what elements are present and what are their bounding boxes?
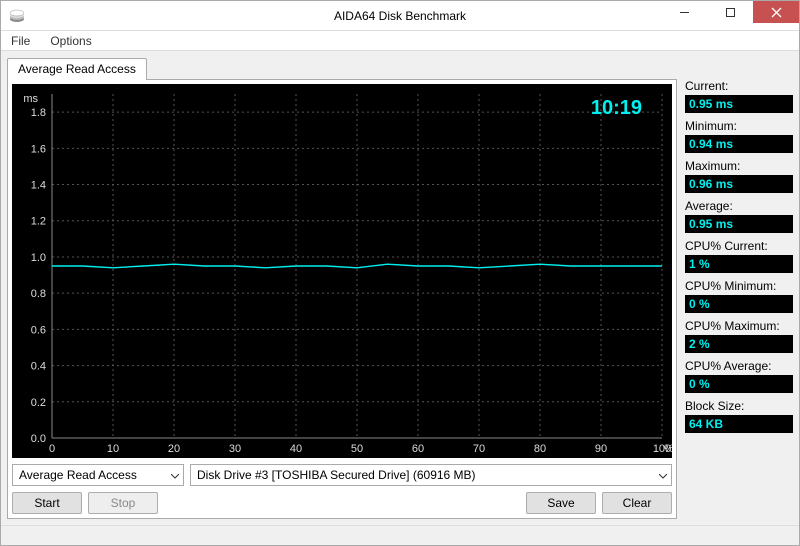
- stat-average-label: Average:: [685, 199, 793, 213]
- client-area: Average Read Access 0.0 0.2 0.4 0.6 0.8 1.0 1.…: [1, 51, 799, 525]
- chevron-down-icon: [659, 468, 667, 482]
- svg-text:1.4: 1.4: [31, 180, 46, 192]
- svg-text:40: 40: [290, 443, 302, 455]
- stat-cpu-current-label: CPU% Current:: [685, 239, 793, 253]
- titlebar: AIDA64 Disk Benchmark: [1, 1, 799, 31]
- menu-file[interactable]: File: [7, 32, 34, 50]
- svg-text:10:19: 10:19: [591, 97, 642, 119]
- maximize-button[interactable]: [707, 1, 753, 23]
- start-button[interactable]: Start: [12, 492, 82, 514]
- tab-average-read-access[interactable]: Average Read Access: [7, 58, 147, 80]
- menubar: File Options: [1, 31, 799, 51]
- svg-text:90: 90: [595, 443, 607, 455]
- svg-text:0.6: 0.6: [31, 324, 46, 336]
- svg-text:%: %: [664, 443, 672, 455]
- stat-average-value: 0.95 ms: [685, 215, 793, 233]
- svg-text:0.0: 0.0: [31, 433, 46, 445]
- stat-cpu-average-label: CPU% Average:: [685, 359, 793, 373]
- stat-cpu-maximum-value: 2 %: [685, 335, 793, 353]
- minimize-button[interactable]: [661, 1, 707, 23]
- menu-options[interactable]: Options: [46, 32, 95, 50]
- stat-block-size-label: Block Size:: [685, 399, 793, 413]
- stat-current-label: Current:: [685, 79, 793, 93]
- close-button[interactable]: [753, 1, 799, 23]
- svg-text:0.8: 0.8: [31, 288, 46, 300]
- svg-text:30: 30: [229, 443, 241, 455]
- svg-text:50: 50: [351, 443, 363, 455]
- svg-text:1.0: 1.0: [31, 252, 46, 264]
- chevron-down-icon: [171, 468, 179, 482]
- svg-text:0.2: 0.2: [31, 397, 46, 409]
- stat-maximum-value: 0.96 ms: [685, 175, 793, 193]
- svg-text:60: 60: [412, 443, 424, 455]
- test-type-value: Average Read Access: [19, 468, 137, 482]
- svg-text:70: 70: [473, 443, 485, 455]
- stat-minimum-label: Minimum:: [685, 119, 793, 133]
- chart-area: 0.0 0.2 0.4 0.6 0.8 1.0 1.2 1.4 1.6 1.8 0 10 20 30 40 5…: [12, 84, 672, 458]
- stop-button[interactable]: Stop: [88, 492, 158, 514]
- stat-cpu-maximum-label: CPU% Maximum:: [685, 319, 793, 333]
- save-button[interactable]: Save: [526, 492, 596, 514]
- svg-text:20: 20: [168, 443, 180, 455]
- stat-cpu-average-value: 0 %: [685, 375, 793, 393]
- stat-current-value: 0.95 ms: [685, 95, 793, 113]
- drive-value: Disk Drive #3 [TOSHIBA Secured Drive] (6…: [197, 468, 476, 482]
- svg-text:10: 10: [107, 443, 119, 455]
- stats-panel: Current: 0.95 ms Minimum: 0.94 ms Maximu…: [685, 57, 793, 519]
- svg-text:1.2: 1.2: [31, 216, 46, 228]
- svg-text:ms: ms: [23, 93, 38, 105]
- stat-minimum-value: 0.94 ms: [685, 135, 793, 153]
- clear-button[interactable]: Clear: [602, 492, 672, 514]
- svg-text:80: 80: [534, 443, 546, 455]
- stat-cpu-minimum-label: CPU% Minimum:: [685, 279, 793, 293]
- status-bar: [1, 525, 799, 545]
- test-type-select[interactable]: Average Read Access: [12, 464, 184, 486]
- tab-panel: 0.0 0.2 0.4 0.6 0.8 1.0 1.2 1.4 1.6 1.8 0 10 20 30 40 5…: [7, 79, 677, 519]
- svg-text:0.4: 0.4: [31, 361, 46, 373]
- chart-svg: 0.0 0.2 0.4 0.6 0.8 1.0 1.2 1.4 1.6 1.8 0 10 20 30 40 5…: [12, 84, 672, 458]
- tabstrip: Average Read Access: [7, 57, 677, 79]
- stat-cpu-minimum-value: 0 %: [685, 295, 793, 313]
- app-icon: [9, 8, 25, 24]
- stat-block-size-value: 64 KB: [685, 415, 793, 433]
- svg-text:1.8: 1.8: [31, 107, 46, 119]
- stat-maximum-label: Maximum:: [685, 159, 793, 173]
- stat-cpu-current-value: 1 %: [685, 255, 793, 273]
- drive-select[interactable]: Disk Drive #3 [TOSHIBA Secured Drive] (6…: [190, 464, 672, 486]
- svg-text:1.6: 1.6: [31, 143, 46, 155]
- svg-text:0: 0: [49, 443, 55, 455]
